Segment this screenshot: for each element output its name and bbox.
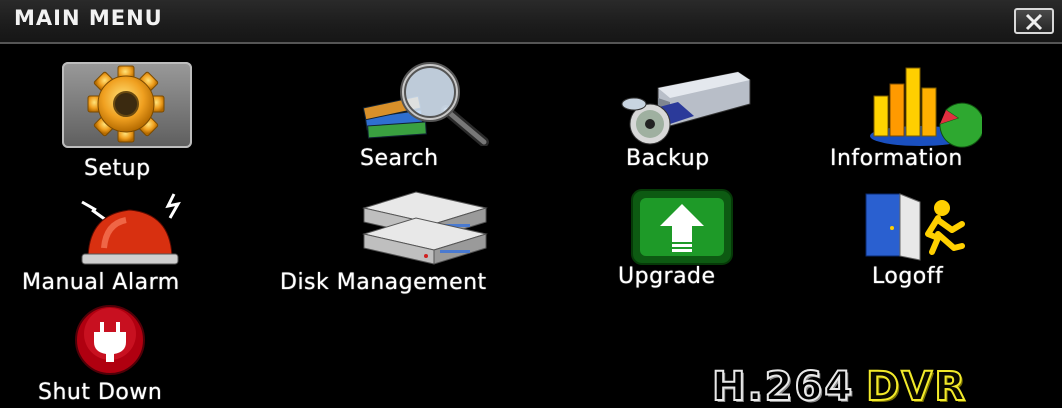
menu-item-label: Shut Down [38,380,163,405]
menu-item-upgrade[interactable]: Upgrade [612,186,762,300]
bar-chart-icon [870,67,982,148]
upgrade-arrow-icon [631,189,733,265]
menu-item-backup[interactable]: Backup [612,60,762,180]
menu-item-label: Manual Alarm [22,270,180,295]
menu-item-shut-down[interactable]: Shut Down [36,304,226,408]
title-bar: MAIN MENU [0,0,1062,44]
menu-item-label: Logoff [872,264,944,289]
close-button[interactable] [1014,8,1054,34]
close-icon [1025,13,1043,31]
window-title: MAIN MENU [14,6,163,30]
power-plug-icon [75,305,145,375]
menu-item-setup[interactable]: Setup [60,60,210,185]
brand-product: DVR [865,364,968,408]
menu-item-logoff[interactable]: Logoff [860,186,1000,300]
main-menu-window: MAIN MENU Setup Search Backup Informatio… [0,0,1062,408]
brand-logo: H.264 DVR [711,364,968,408]
alarm-siren-icon [81,193,181,265]
disc-drive-icon [621,71,751,145]
menu-item-label: Disk Management [280,270,487,295]
menu-item-label: Search [360,146,439,171]
menu-item-disk-management[interactable]: Disk Management [276,186,576,304]
hard-disk-icon [362,191,488,265]
magnifier-books-icon [362,62,489,146]
menu-item-information[interactable]: Information [830,60,1020,180]
menu-item-manual-alarm[interactable]: Manual Alarm [20,186,250,304]
menu-item-label: Setup [84,156,151,181]
menu-item-label: Backup [626,146,710,171]
menu-item-search[interactable]: Search [350,60,500,180]
gear-icon [87,65,165,143]
brand-codec: H.264 [711,364,855,408]
menu-item-label: Upgrade [618,264,716,289]
menu-item-label: Information [830,146,963,171]
logoff-door-icon [865,193,965,261]
